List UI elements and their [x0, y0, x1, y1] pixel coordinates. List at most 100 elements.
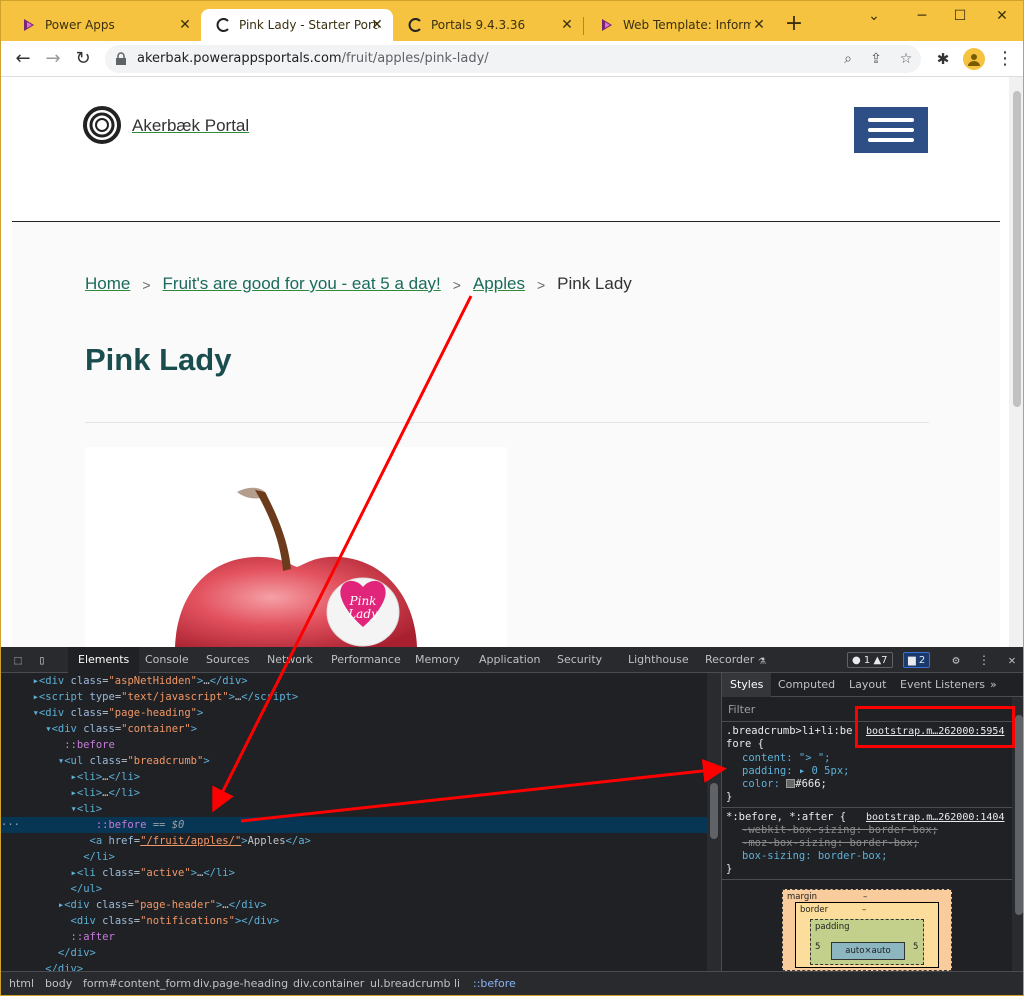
close-window-button[interactable]: ✕	[987, 5, 1017, 27]
more-tabs-icon[interactable]: »	[990, 673, 997, 697]
crumb-item-current[interactable]: ::before	[473, 972, 516, 995]
device-toolbar-icon[interactable]: ▯	[33, 651, 51, 669]
minimize-button[interactable]: ─	[907, 5, 937, 27]
tab-portals-version[interactable]: Portals 9.4.3.36 ✕	[393, 9, 583, 41]
share-icon[interactable]: ⇪	[867, 50, 885, 68]
address-bar[interactable]: akerbak.powerappsportals.com/fruit/apple…	[105, 45, 921, 73]
messages-badge[interactable]: ▆ 2	[903, 652, 931, 668]
portal-logo-icon[interactable]	[82, 105, 122, 145]
dom-node[interactable]: ▸<div class="page-header">…</div>	[1, 897, 707, 913]
close-icon[interactable]: ✕	[751, 17, 767, 33]
rule1-color-prop[interactable]: color: #666;	[742, 778, 827, 791]
devtools-tab-network[interactable]: Network	[267, 647, 313, 673]
rule2-source-link[interactable]: bootstrap.m…262000:1404	[866, 811, 1004, 824]
rule2-moz-prop[interactable]: -moz-box-sizing: border-box;	[742, 837, 919, 850]
devtools-tab-recorder[interactable]: Recorder	[705, 647, 754, 673]
issues-badge[interactable]: ● 1 ▲7	[847, 652, 893, 668]
tab-power-apps[interactable]: Power Apps ✕	[7, 9, 201, 41]
dom-node[interactable]: ▸<li>…</li>	[1, 769, 707, 785]
page-scrollbar[interactable]	[1009, 77, 1023, 647]
styles-tab-event-listeners[interactable]: Event Listeners	[900, 673, 985, 697]
reload-icon[interactable]: ↻	[71, 47, 95, 71]
dom-node[interactable]: ▾<div class="container">	[1, 721, 707, 737]
dom-node[interactable]: <a href="/fruit/apples/">Apples</a>	[1, 833, 707, 849]
forward-icon[interactable]: →	[41, 47, 65, 71]
dom-node-selected[interactable]: ··· ::before == $0	[1, 817, 707, 833]
rule1-content-prop[interactable]: content: "> ";	[742, 752, 831, 765]
crumb-item[interactable]: div.page-heading	[193, 972, 288, 995]
padding-left-value[interactable]: 5	[815, 942, 820, 952]
settings-gear-icon[interactable]: ⚙	[947, 651, 965, 669]
back-icon[interactable]: ←	[11, 47, 35, 71]
scrollbar-thumb[interactable]	[710, 783, 718, 839]
scrollbar-thumb[interactable]	[1013, 91, 1021, 407]
styles-tab-computed[interactable]: Computed	[778, 673, 835, 697]
tab-web-template[interactable]: Web Template: Informatio ✕	[585, 9, 775, 41]
crumb-item[interactable]: ul.breadcrumb	[370, 972, 451, 995]
bookmark-star-icon[interactable]: ☆	[897, 50, 915, 68]
devtools-tab-sources[interactable]: Sources	[206, 647, 250, 673]
profile-avatar[interactable]	[963, 48, 985, 70]
dom-node[interactable]: </div>	[1, 945, 707, 961]
inspect-element-icon[interactable]: ⬚	[9, 651, 27, 669]
devtools-tab-application[interactable]: Application	[479, 647, 540, 673]
extensions-icon[interactable]: ✱	[931, 47, 955, 71]
close-icon[interactable]: ✕	[559, 17, 575, 33]
dom-node[interactable]: </ul>	[1, 881, 707, 897]
rule2-box-sizing-prop[interactable]: box-sizing: border-box;	[742, 850, 887, 863]
tab-search-icon[interactable]: ⌄	[859, 5, 889, 27]
crumb-item[interactable]: form#content_form	[83, 972, 191, 995]
dom-scrollbar[interactable]	[707, 673, 721, 971]
devtools-tab-performance[interactable]: Performance	[331, 647, 401, 673]
dom-node[interactable]: ▸<li>…</li>	[1, 785, 707, 801]
portal-brand-link[interactable]: Akerbæk Portal	[132, 116, 249, 136]
dom-node[interactable]: </li>	[1, 849, 707, 865]
crumb-item[interactable]: li	[454, 972, 460, 995]
dom-node[interactable]: ▸<script type="text/javascript">…</scrip…	[1, 689, 707, 705]
styles-tab-layout[interactable]: Layout	[849, 673, 886, 697]
padding-right-value[interactable]: 5	[913, 942, 918, 952]
crumb-item[interactable]: html	[9, 972, 34, 995]
close-icon[interactable]: ✕	[369, 17, 385, 33]
devtools-tab-console[interactable]: Console	[145, 647, 189, 673]
dom-node[interactable]: ::before	[1, 737, 707, 753]
dom-node[interactable]: ::after	[1, 929, 707, 945]
content-box[interactable]: auto×auto	[831, 942, 905, 960]
dom-node[interactable]: ▾<div class="page-heading">	[1, 705, 707, 721]
error-count: 1	[863, 655, 871, 666]
nav-menu-button[interactable]	[854, 107, 928, 153]
breadcrumb-fruit-link[interactable]: Fruit's are good for you - eat 5 a day!	[163, 274, 441, 296]
crumb-item[interactable]: body	[45, 972, 72, 995]
breadcrumb-apples-link[interactable]: Apples	[473, 274, 525, 296]
devtools-tab-elements[interactable]: Elements	[68, 647, 140, 673]
color-swatch[interactable]	[786, 779, 796, 788]
close-devtools-icon[interactable]: ✕	[1003, 651, 1021, 669]
devtools-tab-lighthouse[interactable]: Lighthouse	[628, 647, 689, 673]
zoom-icon[interactable]: ⌕	[839, 50, 857, 68]
margin-top-value[interactable]: –	[863, 892, 867, 902]
crumb-item[interactable]: div.container	[293, 972, 364, 995]
new-tab-button[interactable]: +	[783, 13, 805, 35]
dom-node[interactable]: ▸<li class="active">…</li>	[1, 865, 707, 881]
hamburger-bar	[868, 138, 914, 142]
tab-pink-lady[interactable]: Pink Lady - Starter Portal ✕	[201, 9, 393, 41]
scrollbar-thumb[interactable]	[1015, 715, 1023, 915]
dom-node[interactable]: ▾<ul class="breadcrumb">	[1, 753, 707, 769]
styles-tab-styles[interactable]: Styles	[722, 673, 772, 697]
recorder-flask-icon: ⚗	[758, 653, 766, 667]
devtools-tab-memory[interactable]: Memory	[415, 647, 460, 673]
rule1-padding-prop[interactable]: padding: ▸ 0 5px;	[742, 765, 849, 778]
maximize-button[interactable]: ☐	[945, 5, 975, 27]
dom-node[interactable]: </div>	[1, 961, 707, 971]
devtools-tab-security[interactable]: Security	[557, 647, 602, 673]
close-icon[interactable]: ✕	[177, 17, 193, 33]
dom-node[interactable]: ▸<div class="aspNetHidden">…</div>	[1, 673, 707, 689]
rule2-webkit-prop[interactable]: -webkit-box-sizing: border-box;	[742, 824, 938, 837]
dom-node[interactable]: ▾<li>	[1, 801, 707, 817]
breadcrumb-home-link[interactable]: Home	[85, 274, 130, 296]
menu-kebab-icon[interactable]: ⋮	[993, 47, 1017, 71]
devtools-menu-icon[interactable]: ⋮	[975, 651, 993, 669]
styles-filter-input[interactable]: Filter	[728, 703, 755, 716]
dom-node[interactable]: <div class="notifications"></div>	[1, 913, 707, 929]
border-top-value[interactable]: –	[862, 905, 866, 915]
